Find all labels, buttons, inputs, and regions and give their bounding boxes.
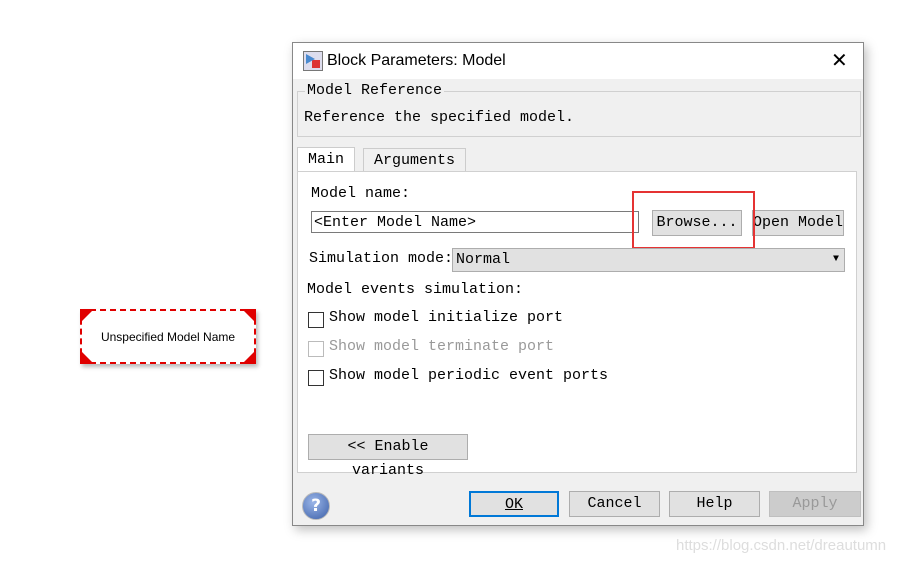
simulation-mode-value: Normal <box>456 251 511 268</box>
terminate-port-label: Show model terminate port <box>329 338 555 355</box>
model-block[interactable]: Unspecified Model Name <box>80 309 256 364</box>
highlight-box <box>632 191 755 249</box>
model-name-input[interactable]: <Enter Model Name> <box>311 211 639 233</box>
block-label: Unspecified Model Name <box>100 329 236 344</box>
block-corner <box>242 350 256 364</box>
help-icon[interactable]: ? <box>302 492 330 520</box>
block-parameters-dialog: Block Parameters: Model ✕ Model Referenc… <box>292 42 864 526</box>
close-icon[interactable]: ✕ <box>831 48 848 72</box>
simulink-app-icon <box>303 51 323 71</box>
description-text: Reference the specified model. <box>304 109 575 126</box>
periodic-event-ports-checkbox[interactable] <box>308 370 324 386</box>
initialize-port-label: Show model initialize port <box>329 309 564 326</box>
terminate-port-checkbox[interactable] <box>308 341 324 357</box>
title-bar: Block Parameters: Model ✕ <box>293 43 863 79</box>
initialize-port-checkbox[interactable] <box>308 312 324 328</box>
ok-button[interactable]: OK <box>469 491 559 517</box>
dialog-title: Block Parameters: Model <box>327 52 506 69</box>
model-name-label: Model name: <box>311 185 411 202</box>
dropdown-arrow-icon: ▼ <box>832 254 839 265</box>
enable-variants-button[interactable]: << Enable variants <box>308 434 468 479</box>
events-label: Model events simulation: <box>307 281 524 298</box>
main-tab-panel: Model name: <Enter Model Name> Browse...… <box>297 171 857 479</box>
help-button[interactable]: Help <box>669 491 760 517</box>
periodic-event-ports-label: Show model periodic event ports <box>329 367 609 384</box>
ok-label: OK <box>504 496 523 513</box>
block-corner <box>80 350 94 364</box>
tab-main[interactable]: Main <box>297 147 356 172</box>
block-corner <box>80 309 94 323</box>
group-title: Model Reference <box>305 82 445 99</box>
simulation-mode-label: Simulation mode: <box>309 250 454 267</box>
watermark: https://blog.csdn.net/dreautumn <box>676 537 887 554</box>
apply-button[interactable]: Apply <box>769 491 861 517</box>
cancel-button[interactable]: Cancel <box>569 491 660 517</box>
tab-arguments[interactable]: Arguments <box>363 148 467 172</box>
simulation-mode-select[interactable]: Normal ▼ <box>452 248 845 272</box>
block-corner <box>242 309 256 323</box>
open-model-button[interactable]: Open Model <box>752 210 844 236</box>
